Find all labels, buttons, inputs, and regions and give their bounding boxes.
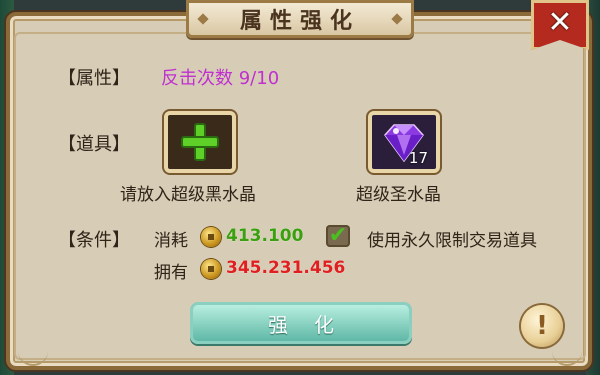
items-label: 【道具】: [58, 134, 130, 155]
cost-value: 413.100: [226, 226, 304, 246]
crystal-item-slot[interactable]: 17: [368, 111, 440, 173]
title-ornament-left: [197, 13, 209, 25]
dialog-title: 属性强化: [239, 9, 360, 34]
permanent-item-checkbox[interactable]: ✔: [326, 225, 350, 247]
empty-slot-caption: 请放入超级黑水晶: [120, 185, 256, 205]
dialog-title-plate: 属性强化: [186, 0, 414, 38]
crystal-slot-caption: 超级圣水晶: [356, 185, 441, 205]
title-ornament-right: [391, 13, 403, 25]
checkmark-icon: ✔: [328, 223, 348, 248]
checkbox-label: 使用永久限制交易道具: [367, 231, 537, 251]
empty-item-slot[interactable]: [164, 111, 236, 173]
owned-label: 拥有: [154, 263, 188, 283]
green-plus-icon: [181, 123, 219, 161]
coin-icon: [201, 227, 221, 247]
attribute-value: 反击次数 9/10: [161, 68, 280, 89]
enhance-button-label: 强化: [268, 312, 360, 337]
coin-icon: [201, 259, 221, 279]
exclamation-icon: !: [536, 311, 548, 341]
conditions-label: 【条件】: [58, 230, 130, 251]
owned-value: 345.231.456: [226, 258, 346, 278]
enhance-button[interactable]: 强化: [190, 302, 412, 344]
close-icon: ✕: [547, 5, 573, 40]
attribute-label: 【属性】: [58, 68, 130, 89]
crystal-count: 17: [408, 149, 428, 167]
cost-label: 消耗: [154, 231, 188, 251]
help-button[interactable]: !: [521, 305, 563, 347]
